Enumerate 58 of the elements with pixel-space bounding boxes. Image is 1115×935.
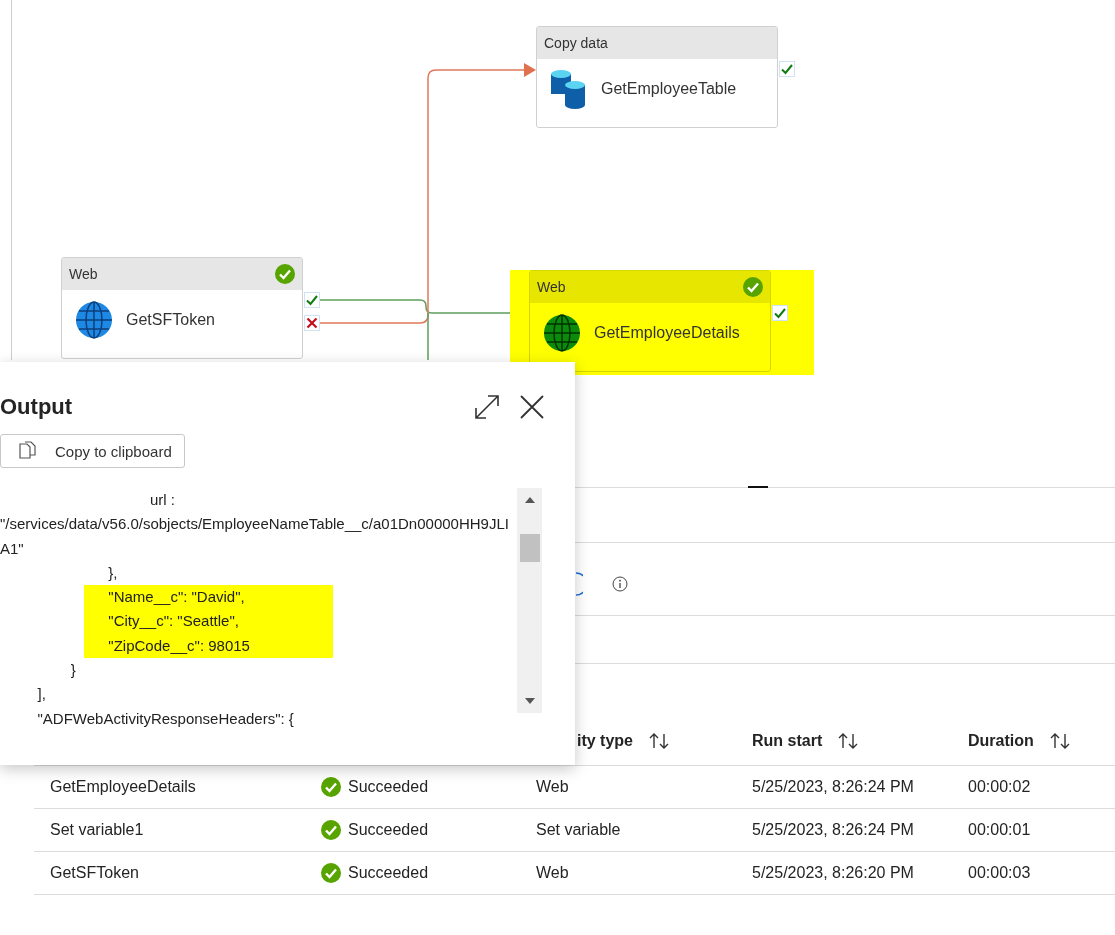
table-cell-text: Set variable1 [49, 821, 145, 839]
dialog-title: Output [0, 394, 73, 420]
table-cell-text: 5/25/2023, 8:26:24 PM [751, 821, 915, 839]
activity-type: Web [537, 279, 566, 295]
info-icon[interactable] [612, 576, 628, 592]
table-cell-text: Web [535, 864, 570, 882]
activity-node[interactable]: Copy data GetEmployeeTable [536, 26, 778, 128]
expand-icon[interactable] [474, 394, 500, 420]
port-handle[interactable] [304, 292, 320, 308]
column-header[interactable]: Duration [968, 732, 1034, 750]
status-text: Succeeded [348, 821, 429, 839]
table-cell-text: 00:00:01 [967, 821, 1032, 839]
sort-icon[interactable] [1049, 732, 1072, 750]
activity-type: Web [69, 266, 98, 282]
status-text: Succeeded [348, 778, 429, 796]
check-icon [781, 63, 793, 75]
close-icon[interactable] [519, 394, 545, 420]
port-handle[interactable] [772, 305, 788, 321]
code-line: ], [36, 684, 47, 705]
code-line: "/services/data/v56.0/sobjects/EmployeeNameTable__c/a01Dn00000HH9JLIA1" [0, 514, 510, 559]
activity-name: GetEmployeeTable [601, 79, 738, 100]
arc-icon [575, 572, 583, 596]
code-line: } [69, 660, 77, 681]
activity-node[interactable]: Web GetSFToken [61, 257, 303, 359]
code-line: "ADFWebActivityResponseHeaders": { [36, 708, 295, 729]
connector-line [427, 312, 429, 360]
activity-name: GetEmployeeDetails [594, 323, 741, 344]
table-cell-text: 00:00:02 [967, 778, 1032, 796]
table-cell-text: Set variable [535, 821, 622, 839]
column-header[interactable]: ity type [577, 732, 633, 750]
table-cell-text: GetEmployeeDetails [49, 778, 197, 796]
check-icon [774, 307, 786, 319]
tab-underline [748, 486, 768, 488]
activity-name: GetSFToken [126, 310, 216, 331]
table-cell-text: 5/25/2023, 8:26:24 PM [751, 778, 915, 796]
copy-icon [19, 441, 37, 461]
port-handle[interactable] [779, 61, 795, 77]
scrollbar[interactable] [517, 488, 542, 713]
copy-button[interactable]: Copy to clipboard [0, 434, 185, 468]
cross-icon [306, 317, 318, 329]
scroll-thumb[interactable] [519, 534, 540, 562]
check-icon [306, 294, 318, 306]
table-cell-text: GetSFToken [49, 864, 140, 882]
globe-icon [74, 300, 114, 340]
globe-icon [542, 313, 582, 353]
code-line: url : [149, 490, 177, 510]
scroll-down-icon[interactable] [523, 697, 536, 705]
code-line: }, [107, 562, 119, 583]
status-text: Succeeded [348, 864, 429, 882]
sort-icon[interactable] [649, 732, 671, 750]
activity-type: Copy data [544, 35, 608, 51]
table-cell-text: Web [535, 778, 570, 796]
activity-node[interactable]: Web GetEmployeeDetails [529, 270, 771, 372]
table-cell-text: 00:00:03 [967, 864, 1032, 882]
column-header[interactable]: Run start [752, 732, 823, 750]
table-cell-text: 5/25/2023, 8:26:20 PM [751, 864, 915, 882]
port-handle[interactable] [304, 315, 320, 331]
scroll-up-icon[interactable] [523, 496, 536, 504]
